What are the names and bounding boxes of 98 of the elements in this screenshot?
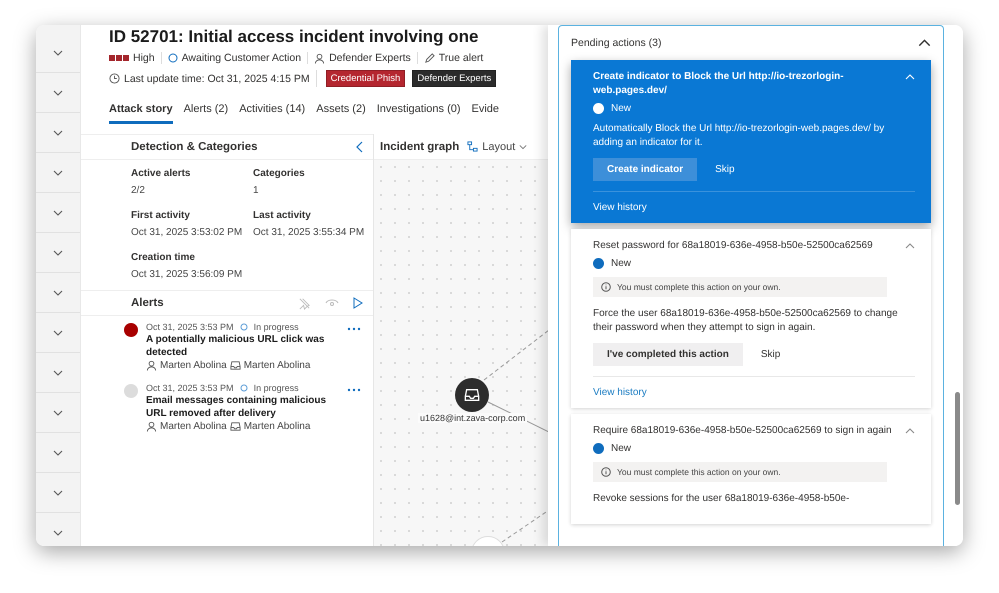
dashed-connector — [502, 510, 549, 542]
tab[interactable]: Evide — [472, 103, 500, 124]
last-update-text: Last update time: Oct 31, 2025 4:15 PM — [124, 72, 310, 84]
severity-label: High — [133, 52, 155, 64]
action-card[interactable] — [571, 229, 931, 408]
chevron-icon[interactable] — [53, 290, 63, 296]
incident-title: ID 52701: Initial access incident involving one — [109, 27, 480, 47]
alert-status: In progress — [254, 322, 299, 332]
info-bar: You must complete this action on your own. — [593, 462, 887, 482]
layout-button[interactable]: Layout — [467, 140, 528, 152]
field-value: Oct 31, 2025 3:53:02 PM — [131, 226, 244, 240]
pencil-icon — [424, 52, 435, 64]
chevron-icon[interactable] — [53, 90, 63, 96]
status-dot — [593, 443, 604, 454]
mailbox-name: Marten Abolina — [244, 421, 310, 432]
mailbox-icon — [230, 360, 241, 371]
action-description: Automatically Block the Url http://io-trezorlogin-web.pages.dev/ by adding an indicator for it. — [593, 122, 886, 150]
field-label: Last activity — [253, 210, 312, 221]
chevron-icon[interactable] — [53, 370, 63, 376]
tab[interactable]: Assets (2) — [316, 103, 366, 124]
chevron-icon[interactable] — [53, 50, 63, 56]
tab[interactable]: Activities (14) — [239, 103, 306, 124]
section-title: Detection & Categories — [131, 141, 258, 153]
status-dot — [593, 103, 604, 114]
mailbox-node[interactable] — [455, 378, 489, 412]
chevron-icon[interactable] — [53, 490, 63, 496]
chevron-icon[interactable] — [53, 250, 63, 256]
layout-icon — [467, 141, 478, 152]
info-bar: You must complete this action on your own. — [593, 277, 887, 297]
chevron-icon[interactable] — [53, 530, 63, 536]
chevron-icon[interactable] — [53, 450, 63, 456]
pending-actions-title: Pending actions (3) — [571, 37, 662, 49]
view-history-link[interactable]: View history — [593, 376, 915, 398]
skip-button[interactable]: Skip — [701, 158, 749, 181]
tag: Defender Experts — [412, 70, 496, 87]
chevron-icon[interactable] — [905, 243, 915, 249]
field-value: 1 — [253, 184, 260, 198]
tab[interactable]: Attack story — [109, 103, 173, 124]
mailbox-icon — [464, 387, 480, 403]
action-card[interactable]: Require 68a18019-636e-4958-b50e-52500ca62569 to sign in again New You must complete this action on your own. Revoke sessions for the user 68a18019-636e-4958-b50e- — [571, 414, 931, 524]
clock-icon — [109, 73, 120, 84]
status-label: New — [611, 103, 632, 114]
more-options-icon[interactable] — [347, 388, 361, 392]
person-icon — [146, 421, 157, 432]
more-options-icon[interactable] — [347, 327, 361, 331]
alert-status: In progress — [254, 383, 299, 393]
action-description: Force the user 68a18019-636e-4958-b50e-52500ca62569 to change their password when they attempt to sign in again. — [593, 307, 899, 335]
scrollbar-thumb[interactable] — [955, 392, 960, 505]
status-label: New — [611, 443, 632, 454]
field-label: Active alerts — [131, 168, 192, 179]
field-value: 2/2 — [131, 184, 146, 198]
play-icon[interactable] — [353, 297, 363, 309]
status-label: New — [611, 258, 632, 269]
action-title: Reset password for 68a18019-636e-4958-b50e-52500ca62569 — [593, 239, 873, 253]
chevron-icon[interactable] — [53, 170, 63, 176]
field-value: Oct 31, 2025 3:56:09 PM — [131, 268, 244, 282]
status-circle-icon — [240, 384, 248, 392]
view-history-link[interactable]: View history — [593, 191, 915, 213]
alert-time: Oct 31, 2025 3:53 PM — [146, 322, 234, 332]
action-title: Require 68a18019-636e-4958-b50e-52500ca62569 to sign in again — [593, 424, 892, 438]
chevron-icon[interactable] — [53, 210, 63, 216]
alert-title[interactable]: A potentially malicious URL click was detected — [146, 333, 339, 359]
status-dot — [593, 258, 604, 269]
field-label: First activity — [131, 210, 191, 221]
primary-button[interactable]: I've completed this action — [593, 343, 743, 366]
section-title: Alerts — [131, 297, 164, 309]
skip-button[interactable]: Skip — [746, 343, 794, 366]
classification-label: True alert — [438, 52, 484, 64]
section-title: Incident graph — [380, 140, 460, 152]
user-name: Marten Abolina — [160, 421, 227, 432]
assigned-label: Defender Experts — [329, 52, 411, 64]
dashed-connector — [484, 330, 549, 380]
chevron-icon[interactable] — [905, 428, 915, 434]
tab[interactable]: Alerts (2) — [184, 103, 228, 124]
field-value: Oct 31, 2025 3:55:34 PM — [253, 226, 366, 240]
status-circle-icon — [240, 323, 248, 331]
status-label: Awaiting Customer Action — [182, 52, 302, 64]
mailbox-icon — [230, 421, 241, 432]
chevron-icon[interactable] — [53, 130, 63, 136]
person-icon — [146, 360, 157, 371]
chevron-icon[interactable] — [53, 330, 63, 336]
action-description: Revoke sessions for the user 68a18019-636e-4958-b50e- — [593, 492, 850, 506]
node-label: u1628@int.zava-corp.com — [418, 413, 528, 423]
alert-title[interactable]: Email messages containing malicious URL removed after delivery — [146, 394, 339, 420]
alert-time: Oct 31, 2025 3:53 PM — [146, 383, 234, 393]
status-circle-icon — [168, 53, 178, 63]
action-card[interactable] — [571, 60, 931, 223]
tab[interactable]: Investigations (0) — [376, 103, 461, 124]
mailbox-name: Marten Abolina — [244, 360, 310, 371]
collapse-chevron-icon[interactable] — [918, 39, 931, 47]
caret-icon — [519, 144, 528, 150]
chevron-icon[interactable] — [53, 410, 63, 416]
action-title: Create indicator to Block the Url http://io-trezorlogin-web.pages.dev/ — [593, 70, 845, 98]
field-label: Creation time — [131, 252, 196, 263]
tag: Credential Phish — [326, 70, 406, 87]
user-name: Marten Abolina — [160, 360, 227, 371]
field-label: Categories — [253, 168, 306, 179]
person-icon — [314, 52, 326, 64]
